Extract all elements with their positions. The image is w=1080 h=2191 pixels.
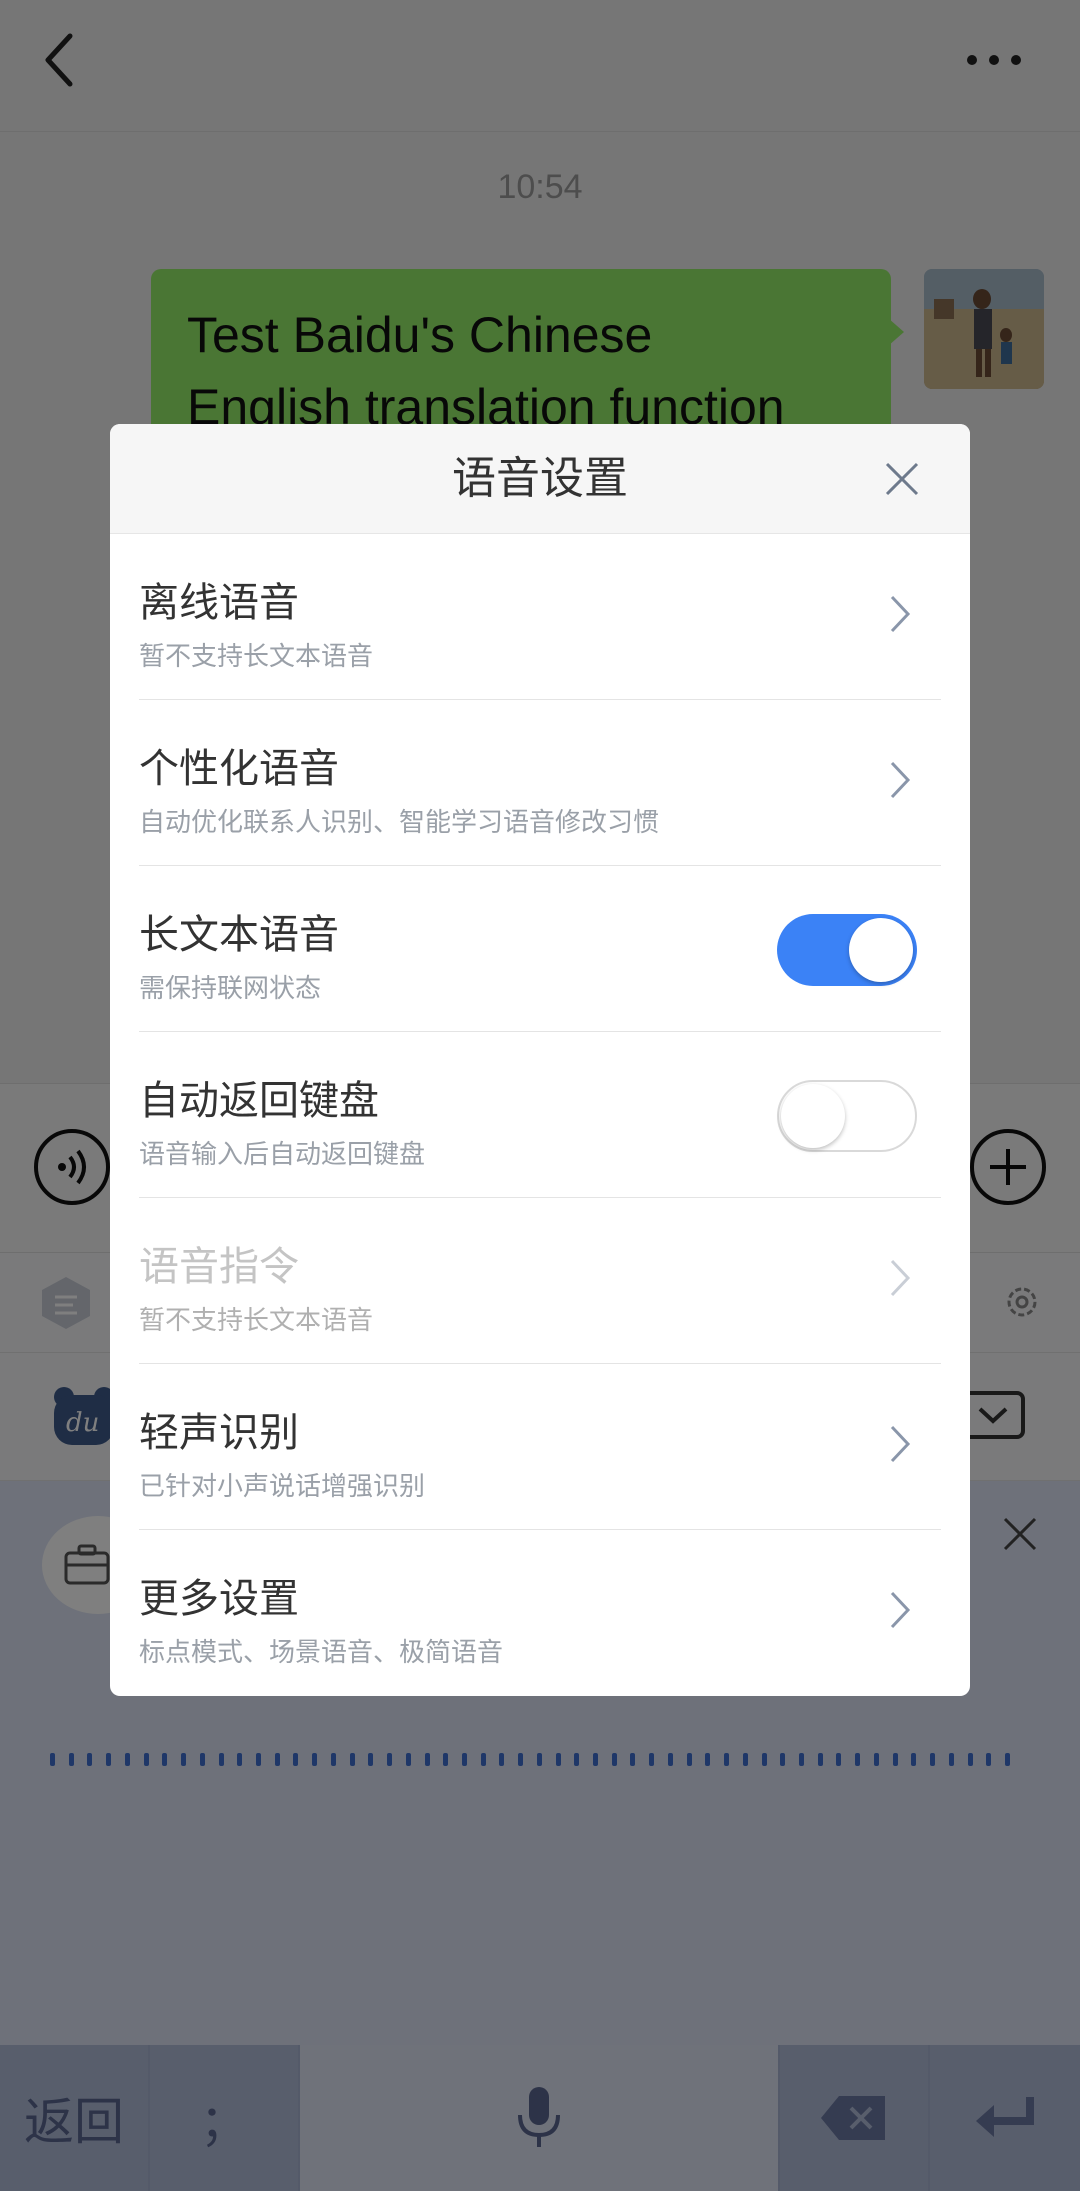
dialog-header: 语音设置 <box>110 424 970 534</box>
chevron-right-icon <box>890 1259 911 1297</box>
chevron-right-icon <box>890 595 911 633</box>
setting-title: 轻声识别 <box>139 1410 299 1456</box>
setting-description: 需保持联网状态 <box>139 974 322 1004</box>
setting-title: 个性化语音 <box>139 746 339 792</box>
setting-row-voice-commands: 语音指令暂不支持长文本语音 <box>139 1198 941 1364</box>
setting-title: 离线语音 <box>139 580 299 626</box>
toggle-knob <box>849 918 913 982</box>
close-icon[interactable] <box>884 461 920 497</box>
setting-description: 已针对小声说话增强识别 <box>139 1472 426 1502</box>
setting-description: 自动优化联系人识别、智能学习语音修改习惯 <box>139 808 660 838</box>
setting-toggle[interactable] <box>777 914 917 986</box>
setting-row-whisper-recognition[interactable]: 轻声识别已针对小声说话增强识别 <box>139 1364 941 1530</box>
setting-row-long-text-voice[interactable]: 长文本语音需保持联网状态 <box>139 866 941 1032</box>
chevron-right-icon <box>890 1591 911 1629</box>
setting-description: 标点模式、场景语音、极简语音 <box>139 1638 504 1668</box>
setting-title: 语音指令 <box>139 1244 299 1290</box>
setting-title: 更多设置 <box>139 1576 299 1622</box>
setting-toggle[interactable] <box>777 1080 917 1152</box>
setting-row-personalized-voice[interactable]: 个性化语音自动优化联系人识别、智能学习语音修改习惯 <box>139 700 941 866</box>
chevron-right-icon <box>890 1425 911 1463</box>
chevron-right-icon <box>890 761 911 799</box>
setting-title: 长文本语音 <box>139 912 339 958</box>
setting-row-auto-return-keyboard[interactable]: 自动返回键盘语音输入后自动返回键盘 <box>139 1032 941 1198</box>
toggle-knob <box>781 1084 845 1148</box>
setting-title: 自动返回键盘 <box>139 1078 379 1124</box>
dialog-title: 语音设置 <box>452 453 628 504</box>
voice-settings-dialog: 语音设置 离线语音 暂不支持长文本语音 个性化语音 自动优化联系人识别、智能学习语音修… <box>110 424 970 1696</box>
setting-description: 语音输入后自动返回键盘 <box>139 1140 426 1170</box>
setting-description: 暂不支持长文本语音 <box>139 1306 374 1336</box>
setting-row-more-settings[interactable]: 更多设置标点模式、场景语音、极简语音 <box>139 1530 941 1696</box>
setting-description: 暂不支持长文本语音 <box>139 642 374 672</box>
setting-row-offline-voice[interactable]: 离线语音暂不支持长文本语音 <box>139 534 941 700</box>
